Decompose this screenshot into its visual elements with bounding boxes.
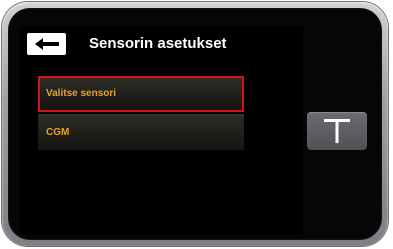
menu-item-cgm[interactable]: CGM — [38, 114, 244, 150]
pump-device-frame: Sensorin asetukset Valitse sensori CGM — [2, 2, 388, 246]
pump-screen: Sensorin asetukset Valitse sensori CGM — [20, 26, 303, 235]
menu-item-select-sensor[interactable]: Valitse sensori — [38, 76, 244, 112]
t-button[interactable] — [307, 112, 367, 150]
page-title: Sensorin asetukset — [89, 35, 227, 52]
back-button[interactable] — [27, 33, 66, 55]
arrow-left-icon — [34, 38, 59, 50]
